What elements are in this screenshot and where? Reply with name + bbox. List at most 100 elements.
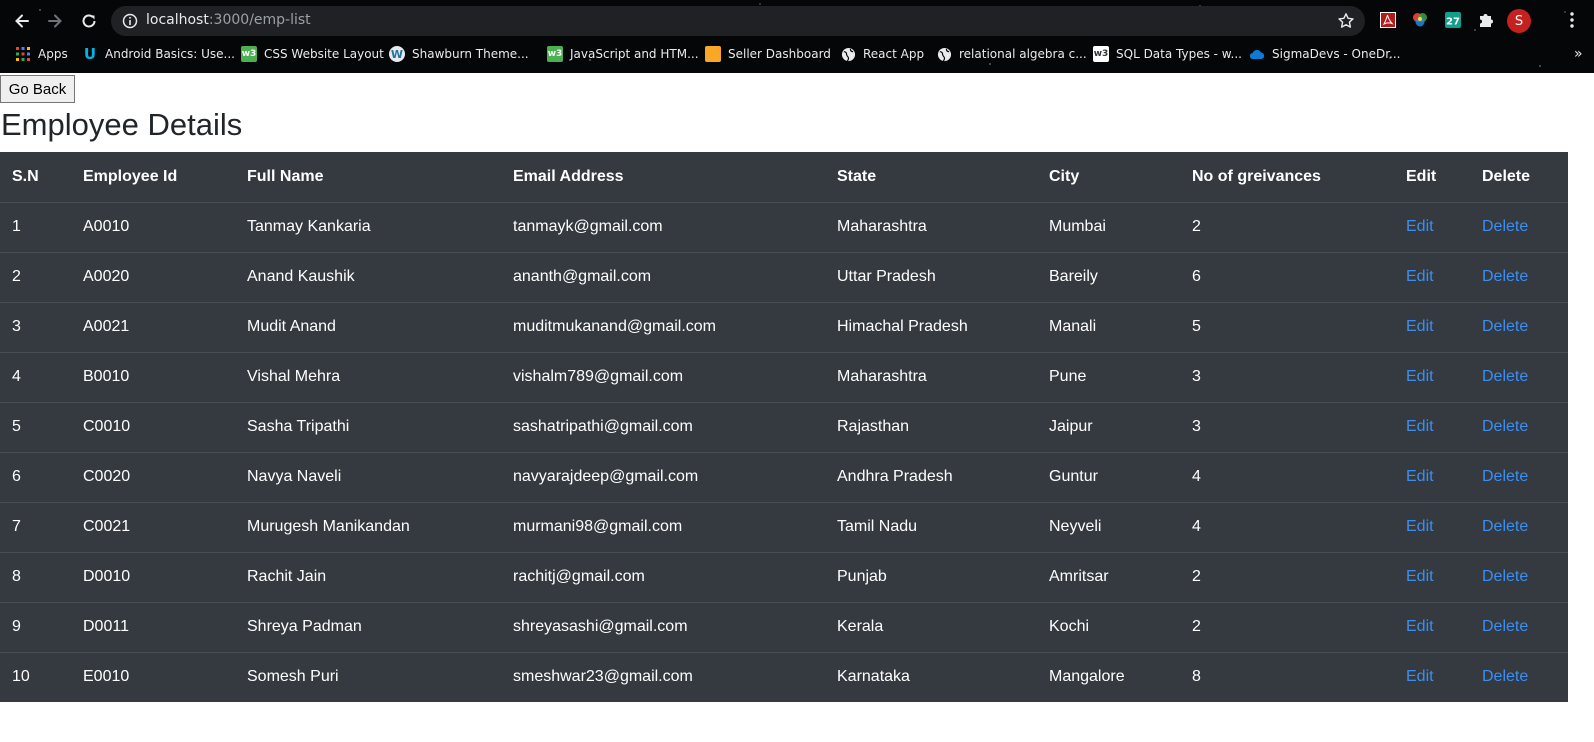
color-picker-extension-icon[interactable] [1410, 10, 1430, 30]
wordpress-icon: W [389, 46, 405, 62]
cell-state: Rajasthan [825, 401, 1037, 452]
cell-city: Amritsar [1037, 551, 1180, 602]
delete-link[interactable]: Delete [1482, 468, 1528, 485]
cell-city: Jaipur [1037, 401, 1180, 452]
cell-email: murmani98@gmail.com [501, 501, 825, 552]
bookmark-android-basics[interactable]: U Android Basics: Use... [82, 44, 235, 64]
bookmark-seller-dashboard[interactable]: Seller Dashboard [705, 44, 831, 64]
bookmark-star-icon[interactable] [1337, 12, 1355, 30]
udacity-icon: U [83, 45, 97, 63]
w3schools-icon: w3 [1093, 46, 1109, 62]
bookmark-apps[interactable]: Apps [15, 44, 68, 64]
delete-link[interactable]: Delete [1482, 368, 1528, 385]
apps-grid-icon [15, 46, 31, 62]
delete-link[interactable]: Delete [1482, 318, 1528, 335]
edit-link[interactable]: Edit [1406, 618, 1434, 635]
edit-link[interactable]: Edit [1406, 568, 1434, 585]
cell-email: navyarajdeep@gmail.com [501, 451, 825, 502]
calendar-27-icon: 27 [1445, 12, 1461, 28]
column-header-email: Email Address [501, 152, 825, 203]
bookmark-sigmadevs-onedrive[interactable]: SigmaDevs - OneDr... [1249, 44, 1401, 64]
delete-link[interactable]: Delete [1482, 518, 1528, 535]
edit-link[interactable]: Edit [1406, 318, 1434, 335]
cell-state: Maharashtra [825, 351, 1037, 402]
delete-link[interactable]: Delete [1482, 568, 1528, 585]
more-bookmarks-button[interactable]: » [1574, 44, 1583, 64]
edit-link[interactable]: Edit [1406, 518, 1434, 535]
column-header-grievances: No of greivances [1180, 152, 1394, 203]
profile-avatar[interactable]: S [1507, 9, 1531, 33]
go-back-button[interactable]: Go Back [0, 75, 75, 103]
bookmark-css-website-layout[interactable]: w3 CSS Website Layout [241, 44, 384, 64]
address-bar[interactable]: localhost:3000/emp-list [111, 6, 1365, 36]
table-row: 4 B0010 Vishal Mehra vishalm789@gmail.co… [0, 351, 1568, 402]
pdf-extension-icon[interactable] [1378, 10, 1398, 30]
cell-sn: 7 [0, 501, 71, 552]
column-header-employee-id: Employee Id [71, 152, 235, 203]
puzzle-icon [1480, 14, 1493, 27]
delete-link[interactable]: Delete [1482, 218, 1528, 235]
cell-state: Kerala [825, 601, 1037, 652]
cell-employee-id: D0010 [71, 551, 235, 602]
cell-employee-id: C0010 [71, 401, 235, 452]
table-row: 9 D0011 Shreya Padman shreyasashi@gmail.… [0, 601, 1568, 652]
edit-link[interactable]: Edit [1406, 668, 1434, 685]
table-row: 1 A0010 Tanmay Kankaria tanmayk@gmail.co… [0, 201, 1568, 252]
edit-link[interactable]: Edit [1406, 468, 1434, 485]
cell-email: ananth@gmail.com [501, 251, 825, 302]
edit-link[interactable]: Edit [1406, 418, 1434, 435]
cell-full-name: Shreya Padman [235, 601, 501, 652]
cell-grievances: 5 [1180, 301, 1394, 352]
extensions-button[interactable] [1476, 10, 1496, 30]
info-icon[interactable] [122, 13, 138, 29]
calendar-extension-icon[interactable]: 27 [1443, 10, 1463, 30]
arrow-left-icon [15, 14, 29, 28]
cell-employee-id: E0010 [71, 651, 235, 702]
cell-employee-id: A0010 [71, 201, 235, 252]
bookmark-label: Android Basics: Use... [105, 47, 235, 61]
cell-city: Neyveli [1037, 501, 1180, 552]
cell-email: shreyasashi@gmail.com [501, 601, 825, 652]
cell-sn: 5 [0, 401, 71, 452]
cell-state: Uttar Pradesh [825, 251, 1037, 302]
arrow-right-icon [48, 14, 62, 28]
cell-state: Karnataka [825, 651, 1037, 702]
forward-button[interactable] [42, 8, 68, 34]
cell-grievances: 2 [1180, 601, 1394, 652]
column-header-delete: Delete [1470, 152, 1568, 203]
back-button[interactable] [9, 8, 35, 34]
cell-city: Pune [1037, 351, 1180, 402]
bookmark-label: React App [863, 47, 925, 61]
edit-link[interactable]: Edit [1406, 368, 1434, 385]
kebab-menu-icon [1570, 12, 1574, 28]
edit-link[interactable]: Edit [1406, 218, 1434, 235]
bookmark-sql-data-types[interactable]: w3 SQL Data Types - w... [1093, 44, 1242, 64]
cell-sn: 6 [0, 451, 71, 502]
table-row: 6 C0020 Navya Naveli navyarajdeep@gmail.… [0, 451, 1568, 502]
bookmark-shawburn-theme[interactable]: W Shawburn Theme... [389, 44, 529, 64]
table-row: 2 A0020 Anand Kaushik ananth@gmail.com U… [0, 251, 1568, 302]
employee-table-body: 1 A0010 Tanmay Kankaria tanmayk@gmail.co… [0, 201, 1568, 702]
browser-menu-button[interactable] [1567, 10, 1577, 30]
cell-sn: 2 [0, 251, 71, 302]
globe-icon [840, 46, 856, 62]
cell-state: Maharashtra [825, 201, 1037, 252]
bookmark-javascript-html[interactable]: w3 JavaScript and HTM... [547, 44, 699, 64]
cell-email: smeshwar23@gmail.com [501, 651, 825, 702]
bookmark-react-app[interactable]: React App [840, 44, 924, 64]
bookmark-relational-algebra[interactable]: relational algebra c... [936, 44, 1087, 64]
cell-city: Mumbai [1037, 201, 1180, 252]
delete-link[interactable]: Delete [1482, 668, 1528, 685]
delete-link[interactable]: Delete [1482, 268, 1528, 285]
bookmark-label: Seller Dashboard [728, 47, 831, 61]
edit-link[interactable]: Edit [1406, 268, 1434, 285]
delete-link[interactable]: Delete [1482, 418, 1528, 435]
w3schools-icon: w3 [241, 46, 257, 62]
browser-chrome: localhost:3000/emp-list 27 S Apps U Andr… [0, 0, 1594, 73]
url-text[interactable]: localhost:3000/emp-list [146, 12, 311, 28]
delete-link[interactable]: Delete [1482, 618, 1528, 635]
table-row: 5 C0010 Sasha Tripathi sashatripathi@gma… [0, 401, 1568, 452]
url-host: localhost [146, 12, 209, 28]
reload-button[interactable] [76, 8, 102, 34]
column-header-edit: Edit [1394, 152, 1470, 203]
